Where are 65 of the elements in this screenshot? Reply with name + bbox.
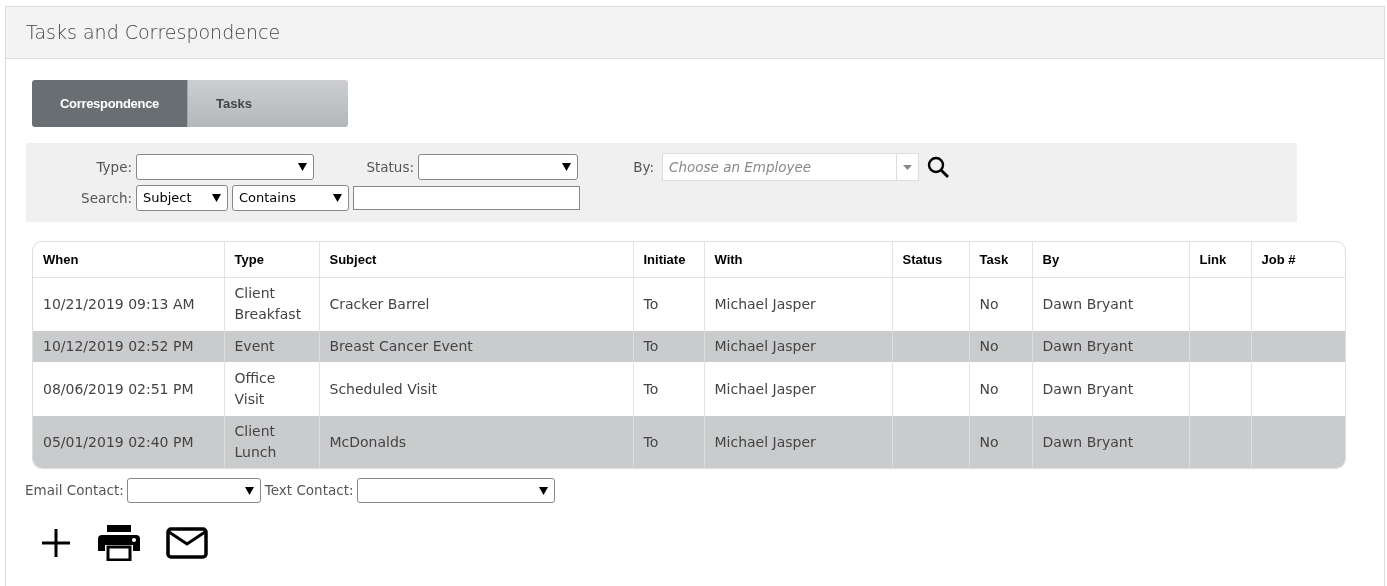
table-cell: Event xyxy=(234,338,275,354)
contact-select[interactable] xyxy=(126,478,261,503)
envelope-icon[interactable] xyxy=(166,525,208,561)
table-cell: Cracker Barrel xyxy=(329,295,430,312)
tab[interactable]: Correspondence xyxy=(32,80,187,127)
employee-select[interactable]: Choose an Employee xyxy=(662,153,919,181)
table-cell: To xyxy=(643,380,659,397)
column-header[interactable]: When xyxy=(33,242,224,277)
table-cell: Office Visit xyxy=(234,370,276,407)
caret-icon xyxy=(244,486,254,495)
caret-icon xyxy=(903,164,912,170)
table-cell: No xyxy=(979,433,999,450)
table-cell: Dawn Bryant xyxy=(1042,295,1134,312)
column-header[interactable]: Status xyxy=(892,242,969,277)
table-cell: To xyxy=(643,338,659,354)
contact-select[interactable] xyxy=(356,478,555,503)
field-select[interactable]: Subject xyxy=(136,185,228,211)
caret-icon xyxy=(538,486,548,495)
table-cell: Dawn Bryant xyxy=(1042,380,1134,397)
caret-icon xyxy=(298,163,307,171)
column-header[interactable]: By xyxy=(1032,242,1189,277)
search-label: Search: xyxy=(80,188,132,208)
caret-icon xyxy=(562,163,571,171)
type-select[interactable] xyxy=(136,154,314,180)
table-cell: Breast Cancer Event xyxy=(329,338,473,354)
column-header[interactable]: With xyxy=(704,242,892,277)
table-cell: Dawn Bryant xyxy=(1042,433,1134,450)
table-cell: 10/21/2019 09:13 AM xyxy=(43,295,195,312)
status-select[interactable] xyxy=(418,154,578,180)
table-cell: To xyxy=(643,295,659,312)
panel-title: Tasks and Correspondence xyxy=(26,20,281,46)
table-cell: Dawn Bryant xyxy=(1042,338,1134,354)
table-cell: 08/06/2019 02:51 PM xyxy=(43,380,194,397)
table-cell: 05/01/2019 02:40 PM xyxy=(43,433,194,450)
table-cell: No xyxy=(979,295,999,312)
by-label: By: xyxy=(632,157,654,177)
column-header[interactable]: Type xyxy=(224,242,319,277)
column-header[interactable]: Job # xyxy=(1251,242,1345,277)
operator-select[interactable]: Contains xyxy=(232,185,349,211)
table-cell: Michael Jasper xyxy=(714,338,816,354)
table-cell: No xyxy=(979,380,999,397)
caret-icon xyxy=(212,194,221,202)
table-cell: To xyxy=(643,433,659,450)
printer-icon[interactable] xyxy=(98,525,140,561)
table-cell: Michael Jasper xyxy=(714,433,816,450)
table-cell: 10/12/2019 02:52 PM xyxy=(43,338,194,354)
table-cell: Client Breakfast xyxy=(234,285,302,323)
caret-icon xyxy=(333,194,342,202)
type-label: Type: xyxy=(95,157,132,177)
table-cell: Client Lunch xyxy=(234,423,277,460)
column-header[interactable]: Initiate xyxy=(633,242,704,277)
search-icon[interactable] xyxy=(927,156,949,178)
table-cell: Scheduled Visit xyxy=(329,380,437,397)
search-field[interactable] xyxy=(353,186,580,210)
table-cell: Michael Jasper xyxy=(714,380,816,397)
column-header[interactable]: Task xyxy=(969,242,1032,277)
column-header[interactable]: Subject xyxy=(319,242,633,277)
table-cell: McDonalds xyxy=(329,433,407,450)
table-cell: No xyxy=(979,338,999,354)
contact-label: Text Contact: xyxy=(264,481,354,501)
table-cell: Michael Jasper xyxy=(714,295,816,312)
contact-label: Email Contact: xyxy=(25,481,124,501)
column-header[interactable]: Link xyxy=(1189,242,1251,277)
status-label: Status: xyxy=(365,157,414,177)
tab[interactable]: Tasks xyxy=(187,80,348,127)
